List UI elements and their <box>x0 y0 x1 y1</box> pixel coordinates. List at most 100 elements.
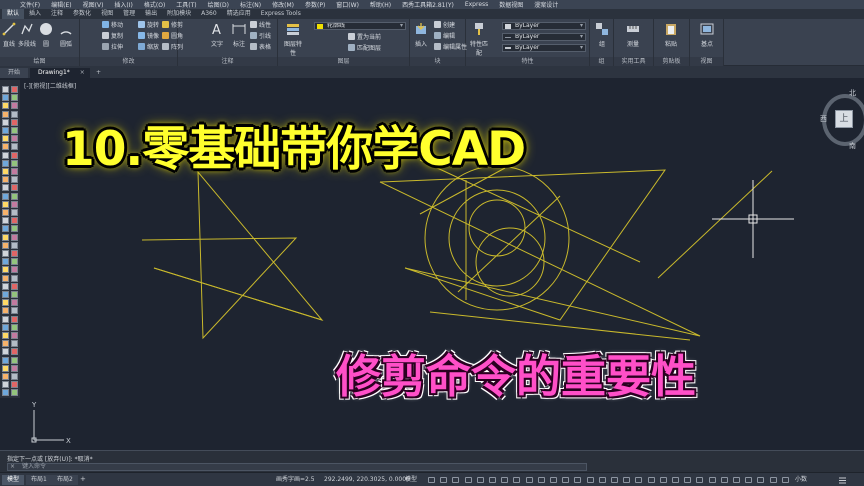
palette-tool-icon[interactable] <box>11 86 18 93</box>
palette-tool-icon[interactable] <box>11 159 18 167</box>
status-toggle-icon[interactable] <box>537 477 545 483</box>
palette-tool-icon[interactable] <box>2 332 9 339</box>
palette-tool-icon[interactable] <box>2 209 9 216</box>
layout1-tab[interactable]: 布局1 <box>26 475 52 485</box>
palette-tool-icon[interactable] <box>2 233 9 241</box>
group-tool[interactable]: 组 <box>591 22 613 48</box>
match-properties-tool[interactable]: 特性匹配 <box>468 22 490 57</box>
menu-item[interactable]: 数据视图 <box>499 0 523 9</box>
status-toggle-icon[interactable] <box>562 477 570 483</box>
units-dropdown[interactable]: 小数 <box>795 475 807 485</box>
palette-tool-icon[interactable] <box>11 209 18 216</box>
status-toggle-icon[interactable] <box>769 477 777 483</box>
palette-tool-icon[interactable] <box>11 135 18 143</box>
palette-tool-icon[interactable] <box>11 348 18 356</box>
palette-tool-icon[interactable] <box>2 217 9 225</box>
palette-tool-icon[interactable] <box>2 192 9 200</box>
menu-item[interactable]: 文件(F) <box>20 0 40 9</box>
palette-tool-icon[interactable] <box>2 315 9 323</box>
palette-tool-icon[interactable] <box>11 94 18 102</box>
palette-tool-icon[interactable] <box>11 282 18 290</box>
view-cube-top-face[interactable]: 上 <box>835 110 853 128</box>
linetype-dropdown[interactable]: ByLayer ▾ <box>502 33 586 41</box>
palette-tool-icon[interactable] <box>2 364 9 372</box>
new-tab-button[interactable]: + <box>92 68 105 78</box>
insert-block-tool[interactable]: 插入 <box>410 22 432 48</box>
color-dropdown[interactable]: ByLayer ▾ <box>502 22 586 30</box>
palette-tool-icon[interactable] <box>2 184 9 192</box>
linear-tool[interactable]: 线性 <box>250 21 271 30</box>
compass-north[interactable]: 北 <box>849 88 856 98</box>
status-toggle-icon[interactable] <box>720 477 728 483</box>
menu-item[interactable]: Express <box>465 1 488 8</box>
palette-tool-icon[interactable] <box>11 127 18 134</box>
compass-south[interactable]: 南 <box>849 141 856 151</box>
menu-icon[interactable] <box>838 476 847 485</box>
ribbon-tab[interactable]: 管理 <box>118 9 140 19</box>
palette-tool-icon[interactable] <box>11 299 18 307</box>
status-toggle-icon[interactable] <box>452 477 460 483</box>
start-tab[interactable]: 开始 <box>0 68 29 78</box>
status-toggle-icon[interactable] <box>489 477 496 483</box>
palette-tool-icon[interactable] <box>11 373 18 380</box>
palette-tool-icon[interactable] <box>2 86 9 93</box>
palette-tool-icon[interactable] <box>11 168 18 175</box>
move-tool[interactable]: 移动 <box>102 21 123 30</box>
status-toggle-icon[interactable] <box>464 477 472 483</box>
palette-tool-icon[interactable] <box>11 118 18 126</box>
status-toggle-icon[interactable] <box>598 477 606 483</box>
model-space-button[interactable]: 模型 <box>405 475 417 485</box>
palette-tool-icon[interactable] <box>2 118 9 126</box>
rotate-tool[interactable]: 旋转 <box>138 21 159 30</box>
menu-item[interactable]: 窗口(W) <box>336 0 359 9</box>
palette-tool-icon[interactable] <box>11 332 18 339</box>
palette-tool-icon[interactable] <box>11 323 18 331</box>
palette-tool-icon[interactable] <box>2 176 9 184</box>
lineweight-dropdown[interactable]: ByLayer ▾ <box>502 44 586 52</box>
leader-tool[interactable]: 引线 <box>250 32 271 41</box>
palette-tool-icon[interactable] <box>11 364 18 372</box>
mirror-tool[interactable]: 镜像 <box>138 32 159 41</box>
palette-tool-icon[interactable] <box>2 110 9 118</box>
palette-tool-icon[interactable] <box>2 389 9 397</box>
palette-tool-icon[interactable] <box>11 274 18 282</box>
palette-tool-icon[interactable] <box>11 250 18 257</box>
palette-tool-icon[interactable] <box>2 266 9 274</box>
palette-tool-icon[interactable] <box>2 127 9 134</box>
palette-tool-icon[interactable] <box>11 176 18 184</box>
palette-tool-icon[interactable] <box>11 356 18 364</box>
palette-tool-icon[interactable] <box>11 241 18 249</box>
status-toggle-icon[interactable] <box>659 477 667 483</box>
palette-tool-icon[interactable] <box>2 381 9 389</box>
add-layout-icon[interactable]: + <box>80 475 87 483</box>
palette-tool-icon[interactable] <box>2 373 9 380</box>
menu-item[interactable]: 绘图(D) <box>208 0 229 9</box>
edit-block-tool[interactable]: 编辑 <box>434 32 455 41</box>
palette-tool-icon[interactable] <box>2 356 9 364</box>
menu-item[interactable]: 西秀工具箱2.81(Y) <box>402 0 454 9</box>
ribbon-tab[interactable]: 输出 <box>140 9 162 19</box>
ribbon-tab[interactable]: 插入 <box>24 9 46 19</box>
palette-tool-icon[interactable] <box>11 381 18 389</box>
layout2-tab[interactable]: 布局2 <box>52 475 78 485</box>
status-toggle-icon[interactable] <box>428 477 435 483</box>
status-toggle-icon[interactable] <box>525 477 533 483</box>
palette-tool-icon[interactable] <box>2 94 9 102</box>
palette-tool-icon[interactable] <box>2 299 9 307</box>
layer-properties-tool[interactable]: 图层特性 <box>282 22 304 57</box>
menu-item[interactable]: 修改(M) <box>272 0 294 9</box>
menu-item[interactable]: 漫案设计 <box>534 0 558 9</box>
status-toggle-icon[interactable] <box>757 477 765 483</box>
palette-tool-icon[interactable] <box>2 282 9 290</box>
ribbon-tab[interactable]: 视图 <box>96 9 118 19</box>
palette-tool-icon[interactable] <box>2 323 9 331</box>
menu-item[interactable]: 帮助(H) <box>370 0 391 9</box>
ribbon-tab[interactable]: Express Tools <box>256 9 306 19</box>
palette-tool-icon[interactable] <box>11 192 18 200</box>
status-toggle-icon[interactable] <box>635 477 643 483</box>
measure-tool[interactable]: 测量 <box>622 22 644 48</box>
edit-attr-tool[interactable]: 编辑属性 <box>434 43 467 52</box>
menu-item[interactable]: 标注(N) <box>240 0 261 9</box>
status-toggle-icon[interactable] <box>745 477 753 483</box>
stretch-tool[interactable]: 拉伸 <box>102 43 123 52</box>
